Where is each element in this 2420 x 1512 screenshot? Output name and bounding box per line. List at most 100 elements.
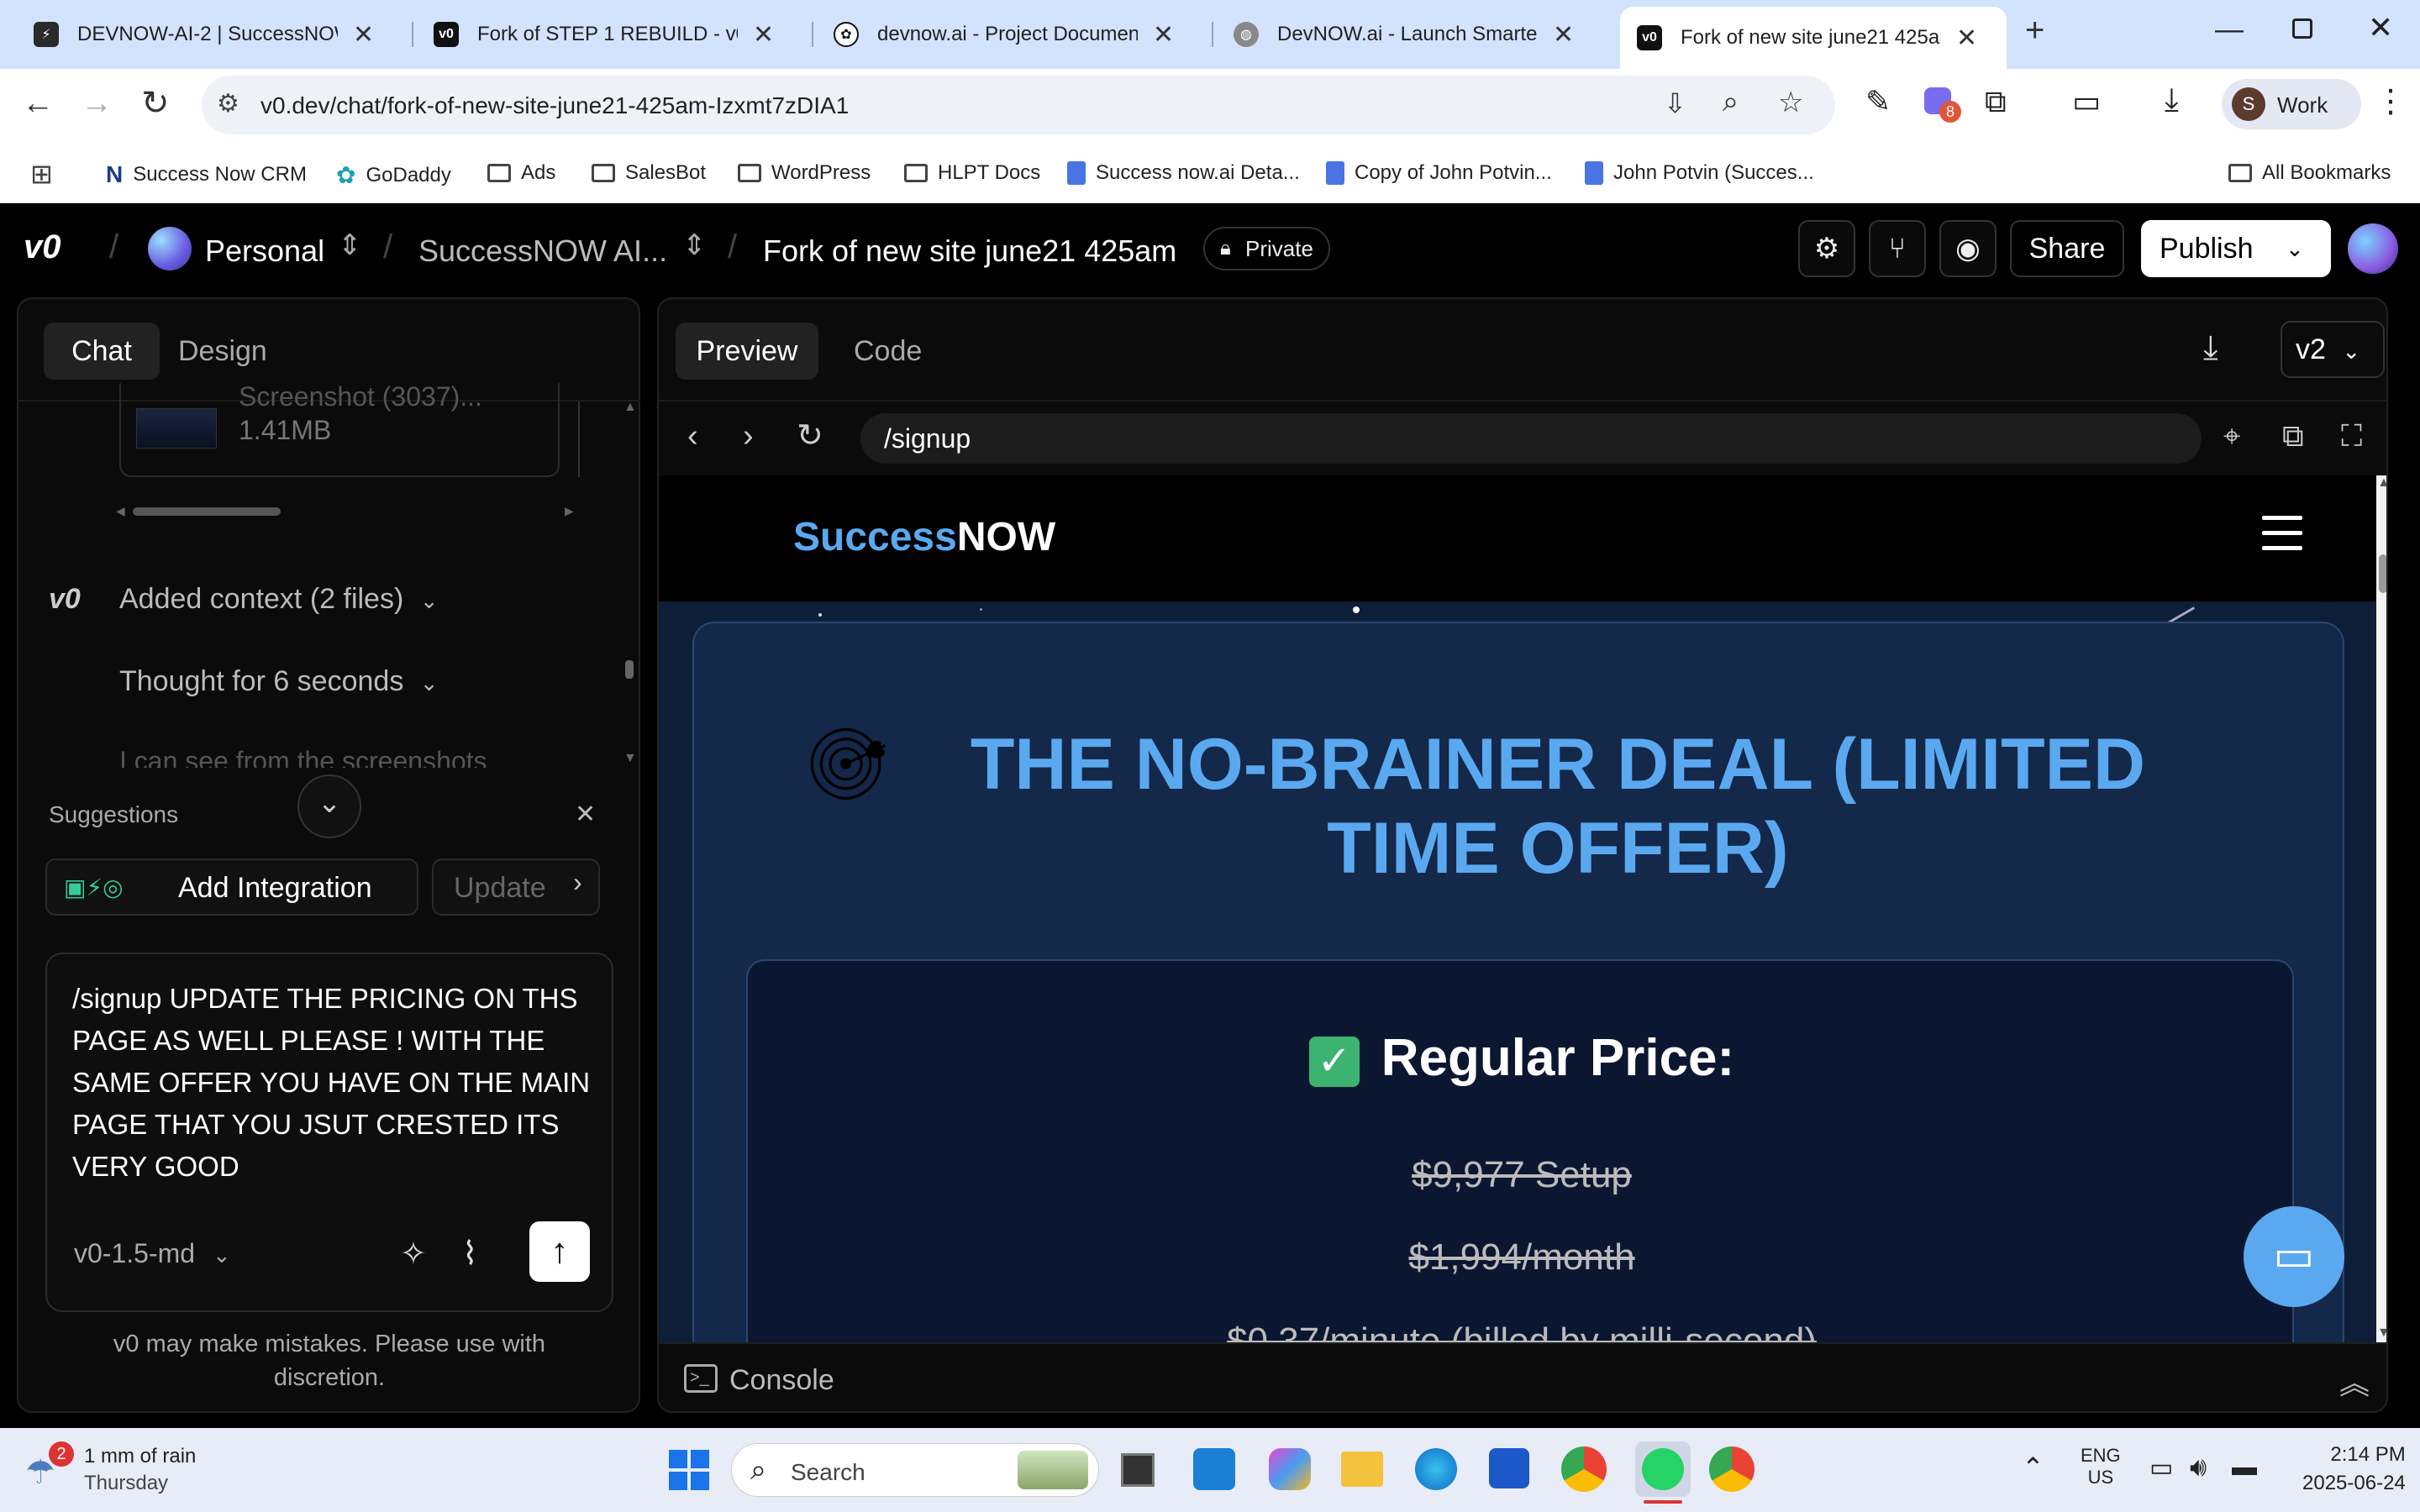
apps-grid-icon[interactable]: ⊞ <box>30 158 53 190</box>
chrome-icon[interactable] <box>1561 1446 1607 1492</box>
github-icon[interactable]: ◉ <box>1939 220 1996 277</box>
context-toggle[interactable]: Added context (2 files) ⌄ <box>119 583 439 616</box>
volume-icon[interactable]: 🔊︎ <box>2190 1452 2207 1483</box>
horizontal-scrollbar[interactable] <box>133 507 281 516</box>
extension-icon[interactable]: 8 <box>1924 87 1961 123</box>
tray-overflow-icon[interactable]: ⌃ <box>2022 1452 2044 1483</box>
restore-button[interactable] <box>2292 18 2312 39</box>
open-new-window-icon[interactable]: ⧉ <box>2282 418 2304 454</box>
paperclip-icon[interactable]: ⌇ <box>462 1235 478 1273</box>
fullscreen-icon[interactable]: ⛶ <box>2341 418 2362 454</box>
menu-kebab-icon[interactable]: ⋮ <box>2375 82 2407 120</box>
privacy-badge[interactable]: 🔒︎ Private <box>1203 227 1330 270</box>
thought-toggle[interactable]: Thought for 6 seconds ⌄ <box>119 665 439 698</box>
tab-preview[interactable]: Preview <box>676 323 818 380</box>
zoom-icon[interactable]: ⌕ <box>1723 86 1739 118</box>
chat-widget-button[interactable]: ▭ <box>2244 1206 2344 1307</box>
tab-design[interactable]: Design <box>178 323 267 380</box>
preview-url-bar[interactable]: /signup <box>860 413 2202 464</box>
chevrons-up-icon[interactable]: ︽ <box>2339 1359 2370 1403</box>
tab-chat[interactable]: Chat <box>44 323 160 380</box>
chevron-updown-icon[interactable]: ⇕ <box>682 228 707 262</box>
hamburger-menu-icon[interactable] <box>2262 516 2302 551</box>
install-app-icon[interactable]: ⇩ <box>1664 87 1686 119</box>
preview-back-icon[interactable]: ‹ <box>687 418 698 454</box>
browser-tab[interactable]: ⚡ DEVNOW-AI-2 | SuccessNOW | ✕ <box>17 8 403 60</box>
clock[interactable]: 2:14 PM 2025-06-24 <box>2302 1443 2406 1495</box>
fork-icon[interactable]: ⑂ <box>1869 220 1926 277</box>
battery-icon[interactable]: ▬ <box>2232 1453 2257 1482</box>
site-logo[interactable]: SuccessNOW <box>793 514 1055 560</box>
bookmark-item[interactable]: ✿ GoDaddy <box>336 161 451 189</box>
eyedropper-icon[interactable]: ✎ <box>1865 84 1891 119</box>
publish-button[interactable]: Publish ⌄ <box>2141 220 2331 277</box>
sparkles-icon[interactable]: ✧ <box>400 1235 427 1273</box>
chevron-right-icon[interactable]: › <box>573 867 582 898</box>
back-icon[interactable]: ← <box>22 86 54 122</box>
close-icon[interactable]: ✕ <box>753 20 774 50</box>
vertical-scrollbar[interactable] <box>625 660 634 679</box>
close-icon[interactable]: ✕ <box>1553 20 1574 50</box>
version-selector[interactable]: v2 ⌄ <box>2281 321 2385 378</box>
bookmark-star-icon[interactable]: ☆ <box>1778 86 1803 119</box>
browser-tab[interactable]: v0 Fork of STEP 1 REBUILD - v0 by ✕ <box>417 8 803 60</box>
chrome-profile-icon[interactable] <box>1709 1446 1754 1492</box>
share-button[interactable]: Share <box>2010 220 2124 277</box>
suggestion-add-integration[interactable]: ▣⚡◎ Add Integration <box>45 858 418 916</box>
network-icon[interactable]: ▭ <box>2149 1453 2173 1483</box>
store-icon[interactable] <box>1489 1448 1529 1488</box>
browser-tab-active[interactable]: v0 Fork of new site june21 425am ✕ <box>1620 7 2007 69</box>
attachment-card[interactable]: Screenshot (3037)... 1.41MB <box>119 383 560 477</box>
cast-icon[interactable]: ▭ <box>2072 84 2101 119</box>
scroll-down-icon[interactable]: ▼ <box>623 751 637 766</box>
preview-scrollbar[interactable]: ▲ ▼ <box>2376 475 2386 1342</box>
scroll-up-icon[interactable]: ▲ <box>623 400 637 415</box>
copilot-icon[interactable] <box>1269 1448 1311 1490</box>
scroll-right-icon[interactable]: ▶ <box>565 504 574 518</box>
preview-forward-icon[interactable]: › <box>743 418 754 454</box>
bookmark-folder[interactable]: SalesBot <box>592 161 706 185</box>
send-button[interactable]: ↑ <box>529 1221 590 1282</box>
taskbar-search[interactable]: ⌕ Search <box>731 1443 1099 1497</box>
model-selector[interactable]: v0-1.5-md ⌄ <box>74 1238 231 1269</box>
task-view-icon[interactable] <box>1121 1453 1155 1487</box>
reload-icon[interactable]: ↻ <box>141 84 170 123</box>
extensions-puzzle-icon[interactable]: ⧉ <box>1985 84 2007 120</box>
prompt-input[interactable]: /signup UPDATE THE PRICING ON THS PAGE A… <box>72 978 593 1188</box>
close-icon[interactable]: ✕ <box>575 800 596 829</box>
download-icon[interactable]: ⤓ <box>2203 329 2218 367</box>
site-info-icon[interactable]: ⚙ <box>217 89 239 118</box>
bookmark-item[interactable]: Copy of John Potvin... <box>1326 161 1552 185</box>
bookmark-folder[interactable]: WordPress <box>738 161 871 185</box>
address-bar[interactable]: ⚙ v0.dev/chat/fork-of-new-site-june21-42… <box>202 76 1835 134</box>
console-bar[interactable]: >_ Console ︽ <box>659 1342 2386 1411</box>
close-icon[interactable]: ✕ <box>1153 20 1174 50</box>
minimize-button[interactable]: — <box>2215 13 2244 46</box>
chevron-updown-icon[interactable]: ⇕ <box>338 228 362 262</box>
downloads-icon[interactable]: ⤓ <box>2165 82 2179 118</box>
bookmark-folder[interactable]: Ads <box>487 161 555 185</box>
bookmark-item[interactable]: Success now.ai Deta... <box>1067 161 1300 185</box>
all-bookmarks[interactable]: All Bookmarks <box>2228 161 2391 185</box>
preview-reload-icon[interactable]: ↻ <box>797 417 823 454</box>
windows-start-icon[interactable] <box>669 1450 709 1490</box>
close-icon[interactable]: ✕ <box>1956 24 1977 53</box>
language-indicator[interactable]: ENG US <box>2081 1445 2121 1488</box>
edge-icon[interactable] <box>1415 1448 1457 1490</box>
settings-gear-icon[interactable]: ⚙ <box>1798 220 1855 277</box>
whatsapp-icon[interactable] <box>1635 1441 1691 1504</box>
v0-logo[interactable]: v0 <box>24 228 61 266</box>
project-name[interactable]: SuccessNOW AI... <box>418 234 667 269</box>
bookmark-item[interactable]: John Potvin (Succes... <box>1585 161 1814 185</box>
forward-icon[interactable]: → <box>81 86 113 122</box>
scroll-to-bottom-button[interactable]: ⌄ <box>297 774 361 838</box>
select-element-icon[interactable]: ⌖ <box>2223 418 2240 454</box>
close-icon[interactable]: ✕ <box>353 20 374 50</box>
copilot-preview-icon[interactable] <box>1193 1448 1235 1490</box>
new-tab-button[interactable]: + <box>2025 12 2044 50</box>
bookmark-folder[interactable]: HLPT Docs <box>904 161 1040 185</box>
scroll-left-icon[interactable]: ◀ <box>116 504 125 518</box>
chat-title[interactable]: Fork of new site june21 425am <box>763 234 1176 269</box>
browser-tab[interactable]: ✿ devnow.ai - Project Documenta ✕ <box>817 8 1203 60</box>
profile-button[interactable]: S Work <box>2222 79 2361 129</box>
